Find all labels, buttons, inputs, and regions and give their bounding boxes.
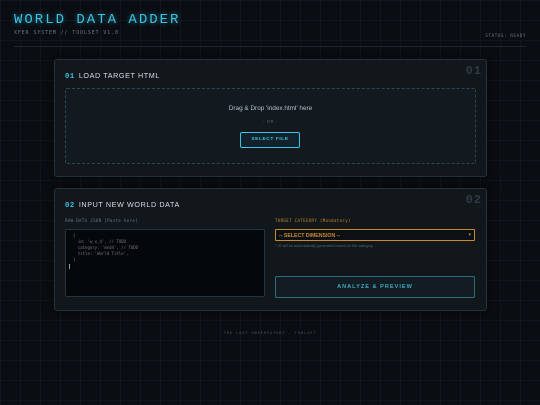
footer-text: THE LAST OBSERVATORY - TOOLSET xyxy=(223,330,317,335)
app-header: WORLD DATA ADDER XFER SYSTEM // TOOLSET … xyxy=(14,12,526,47)
section-title: INPUT NEW WORLD DATA xyxy=(78,200,180,209)
app-subtitle: XFER SYSTEM // TOOLSET V1.0 xyxy=(14,31,119,36)
chevron-down-icon: ▾ xyxy=(468,232,471,238)
select-file-button[interactable]: SELECT FILE xyxy=(240,132,300,148)
dropzone-text: Drag & Drop 'index.html' here xyxy=(228,105,313,112)
section-number: 01 xyxy=(65,73,75,81)
category-select[interactable]: -- SELECT DIMENSION -- ▾ xyxy=(275,229,475,241)
analyze-preview-button[interactable]: ANALYZE & PREVIEW xyxy=(275,276,475,298)
json-line: id: 'w_x_d', // TODO xyxy=(73,239,126,244)
json-input-label: RAW DATA JSON [Paste here] xyxy=(65,218,139,223)
file-dropzone[interactable]: Drag & Drop 'index.html' here - OR - SEL… xyxy=(65,88,476,164)
ghost-section-number: 02 xyxy=(465,193,482,207)
ghost-section-number: 01 xyxy=(465,64,482,78)
category-label: TARGET CATEGORY (Mandatory) xyxy=(275,218,351,223)
json-input-textarea[interactable]: { id: 'w_x_d', // TODO category: 'mnd4',… xyxy=(65,229,265,297)
json-line: { xyxy=(73,233,76,238)
section-title: LOAD TARGET HTML xyxy=(78,71,160,80)
panel-heading: 02 INPUT NEW WORLD DATA xyxy=(65,200,180,210)
text-caret xyxy=(69,264,70,269)
json-line: category: 'mnd4', // TODO xyxy=(73,245,139,250)
dropzone-or: - OR - xyxy=(263,119,278,124)
panel-heading: 01 LOAD TARGET HTML xyxy=(65,71,160,81)
input-world-data-panel: 02 INPUT NEW WORLD DATA 02 RAW DATA JSON … xyxy=(54,188,487,311)
status-indicator: STATUS: READY xyxy=(485,33,526,38)
category-select-value: -- SELECT DIMENSION -- xyxy=(279,232,341,239)
json-line: } xyxy=(73,257,76,262)
app-title: WORLD DATA ADDER xyxy=(14,12,181,28)
category-hint: * ID will be automatically generated bas… xyxy=(275,244,374,248)
section-number: 02 xyxy=(65,202,75,210)
json-line: title: 'World Title', xyxy=(73,251,129,256)
load-target-panel: 01 LOAD TARGET HTML 01 Drag & Drop 'index… xyxy=(54,59,487,177)
